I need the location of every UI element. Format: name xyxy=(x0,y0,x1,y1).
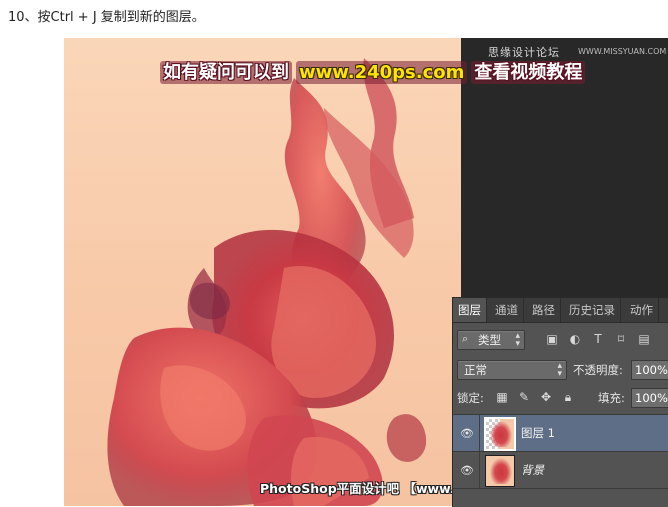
blend-mode-select[interactable]: 正常 ▴ ▾ xyxy=(457,360,567,380)
lock-all-icon[interactable]: 🔒︎ xyxy=(561,390,575,404)
layer-kind-filter[interactable]: ⌕ 类型 ▴ ▾ xyxy=(457,330,525,350)
opacity-field[interactable]: 100% xyxy=(631,360,668,380)
canvas-artwork xyxy=(64,38,461,506)
filter-kind-label: 类型 xyxy=(478,333,501,347)
layer-filter-row: ⌕ 类型 ▴ ▾ ▣ ◐ T ⌑ ▤ xyxy=(453,324,668,354)
lock-transparent-pixels-icon[interactable]: ▦ xyxy=(495,390,509,404)
image-filter-icon[interactable]: ▣ xyxy=(545,332,559,346)
layer-row[interactable]: 👁︎ 背景 xyxy=(453,451,668,489)
eye-icon: 👁︎ xyxy=(460,427,474,440)
search-icon: ⌕ xyxy=(462,332,469,345)
watermark-banner: 如有疑问可以到 www.240ps.com 查看视频教程 xyxy=(160,58,586,84)
tab-history[interactable]: 历史记录 xyxy=(564,298,621,322)
layer-row[interactable]: 👁︎ 图层 1 xyxy=(453,414,668,452)
lock-position-icon[interactable]: ✥ xyxy=(539,390,553,404)
layer-thumbnail xyxy=(484,417,516,451)
updown-arrows-icon: ▴ ▾ xyxy=(557,361,562,379)
layers-panel: 图层 通道 路径 历史记录 动作 ⌕ 类型 ▴ ▾ ▣ ◐ T ⌑ ▤ 正常 ▴ ▾… xyxy=(452,297,668,507)
watermark-url[interactable]: www.240ps.com xyxy=(296,61,468,84)
shape-filter-icon[interactable]: ⌑ xyxy=(614,332,628,346)
opacity-label: 不透明度: xyxy=(573,363,623,377)
type-filter-icon[interactable]: T xyxy=(591,332,605,346)
eye-icon: 👁︎ xyxy=(460,464,474,477)
layer-name[interactable]: 图层 1 xyxy=(521,425,555,441)
layer-thumbnail xyxy=(485,455,515,487)
fill-label: 填充: xyxy=(598,391,625,405)
tab-paths[interactable]: 路径 xyxy=(527,298,561,322)
tab-channels[interactable]: 通道 xyxy=(490,298,524,322)
smart-object-filter-icon[interactable]: ▤ xyxy=(637,332,651,346)
blend-mode-value: 正常 xyxy=(464,363,487,377)
forum-url: WWW.MISSYUAN.COM xyxy=(578,47,667,56)
ink-cloud-illustration xyxy=(107,58,427,506)
lock-image-pixels-icon[interactable]: ✎ xyxy=(517,390,531,404)
tab-actions[interactable]: 动作 xyxy=(625,298,659,322)
visibility-toggle[interactable]: 👁︎ xyxy=(453,452,480,488)
lock-label: 锁定: xyxy=(457,391,484,405)
thumbnail-ink xyxy=(490,421,512,447)
thumbnail-ink xyxy=(490,458,512,484)
layer-name[interactable]: 背景 xyxy=(521,462,544,478)
tab-layers[interactable]: 图层 xyxy=(453,298,487,322)
panel-tab-bar: 图层 通道 路径 历史记录 动作 xyxy=(453,298,668,323)
visibility-toggle[interactable]: 👁︎ xyxy=(453,415,480,451)
fill-field[interactable]: 100% xyxy=(631,388,668,408)
watermark-suffix: 查看视频教程 xyxy=(471,61,586,84)
adjustment-filter-icon[interactable]: ◐ xyxy=(568,332,582,346)
updown-arrows-icon: ▴ ▾ xyxy=(515,331,520,349)
watermark-prefix: 如有疑问可以到 xyxy=(160,61,292,84)
step-caption: 10、按Ctrl + J 复制到新的图层。 xyxy=(8,10,205,25)
blend-opacity-row: 正常 ▴ ▾ 不透明度: 100% xyxy=(453,356,668,382)
lock-fill-row: 锁定: ▦ ✎ ✥ 🔒︎ 填充: 100% xyxy=(453,384,668,410)
